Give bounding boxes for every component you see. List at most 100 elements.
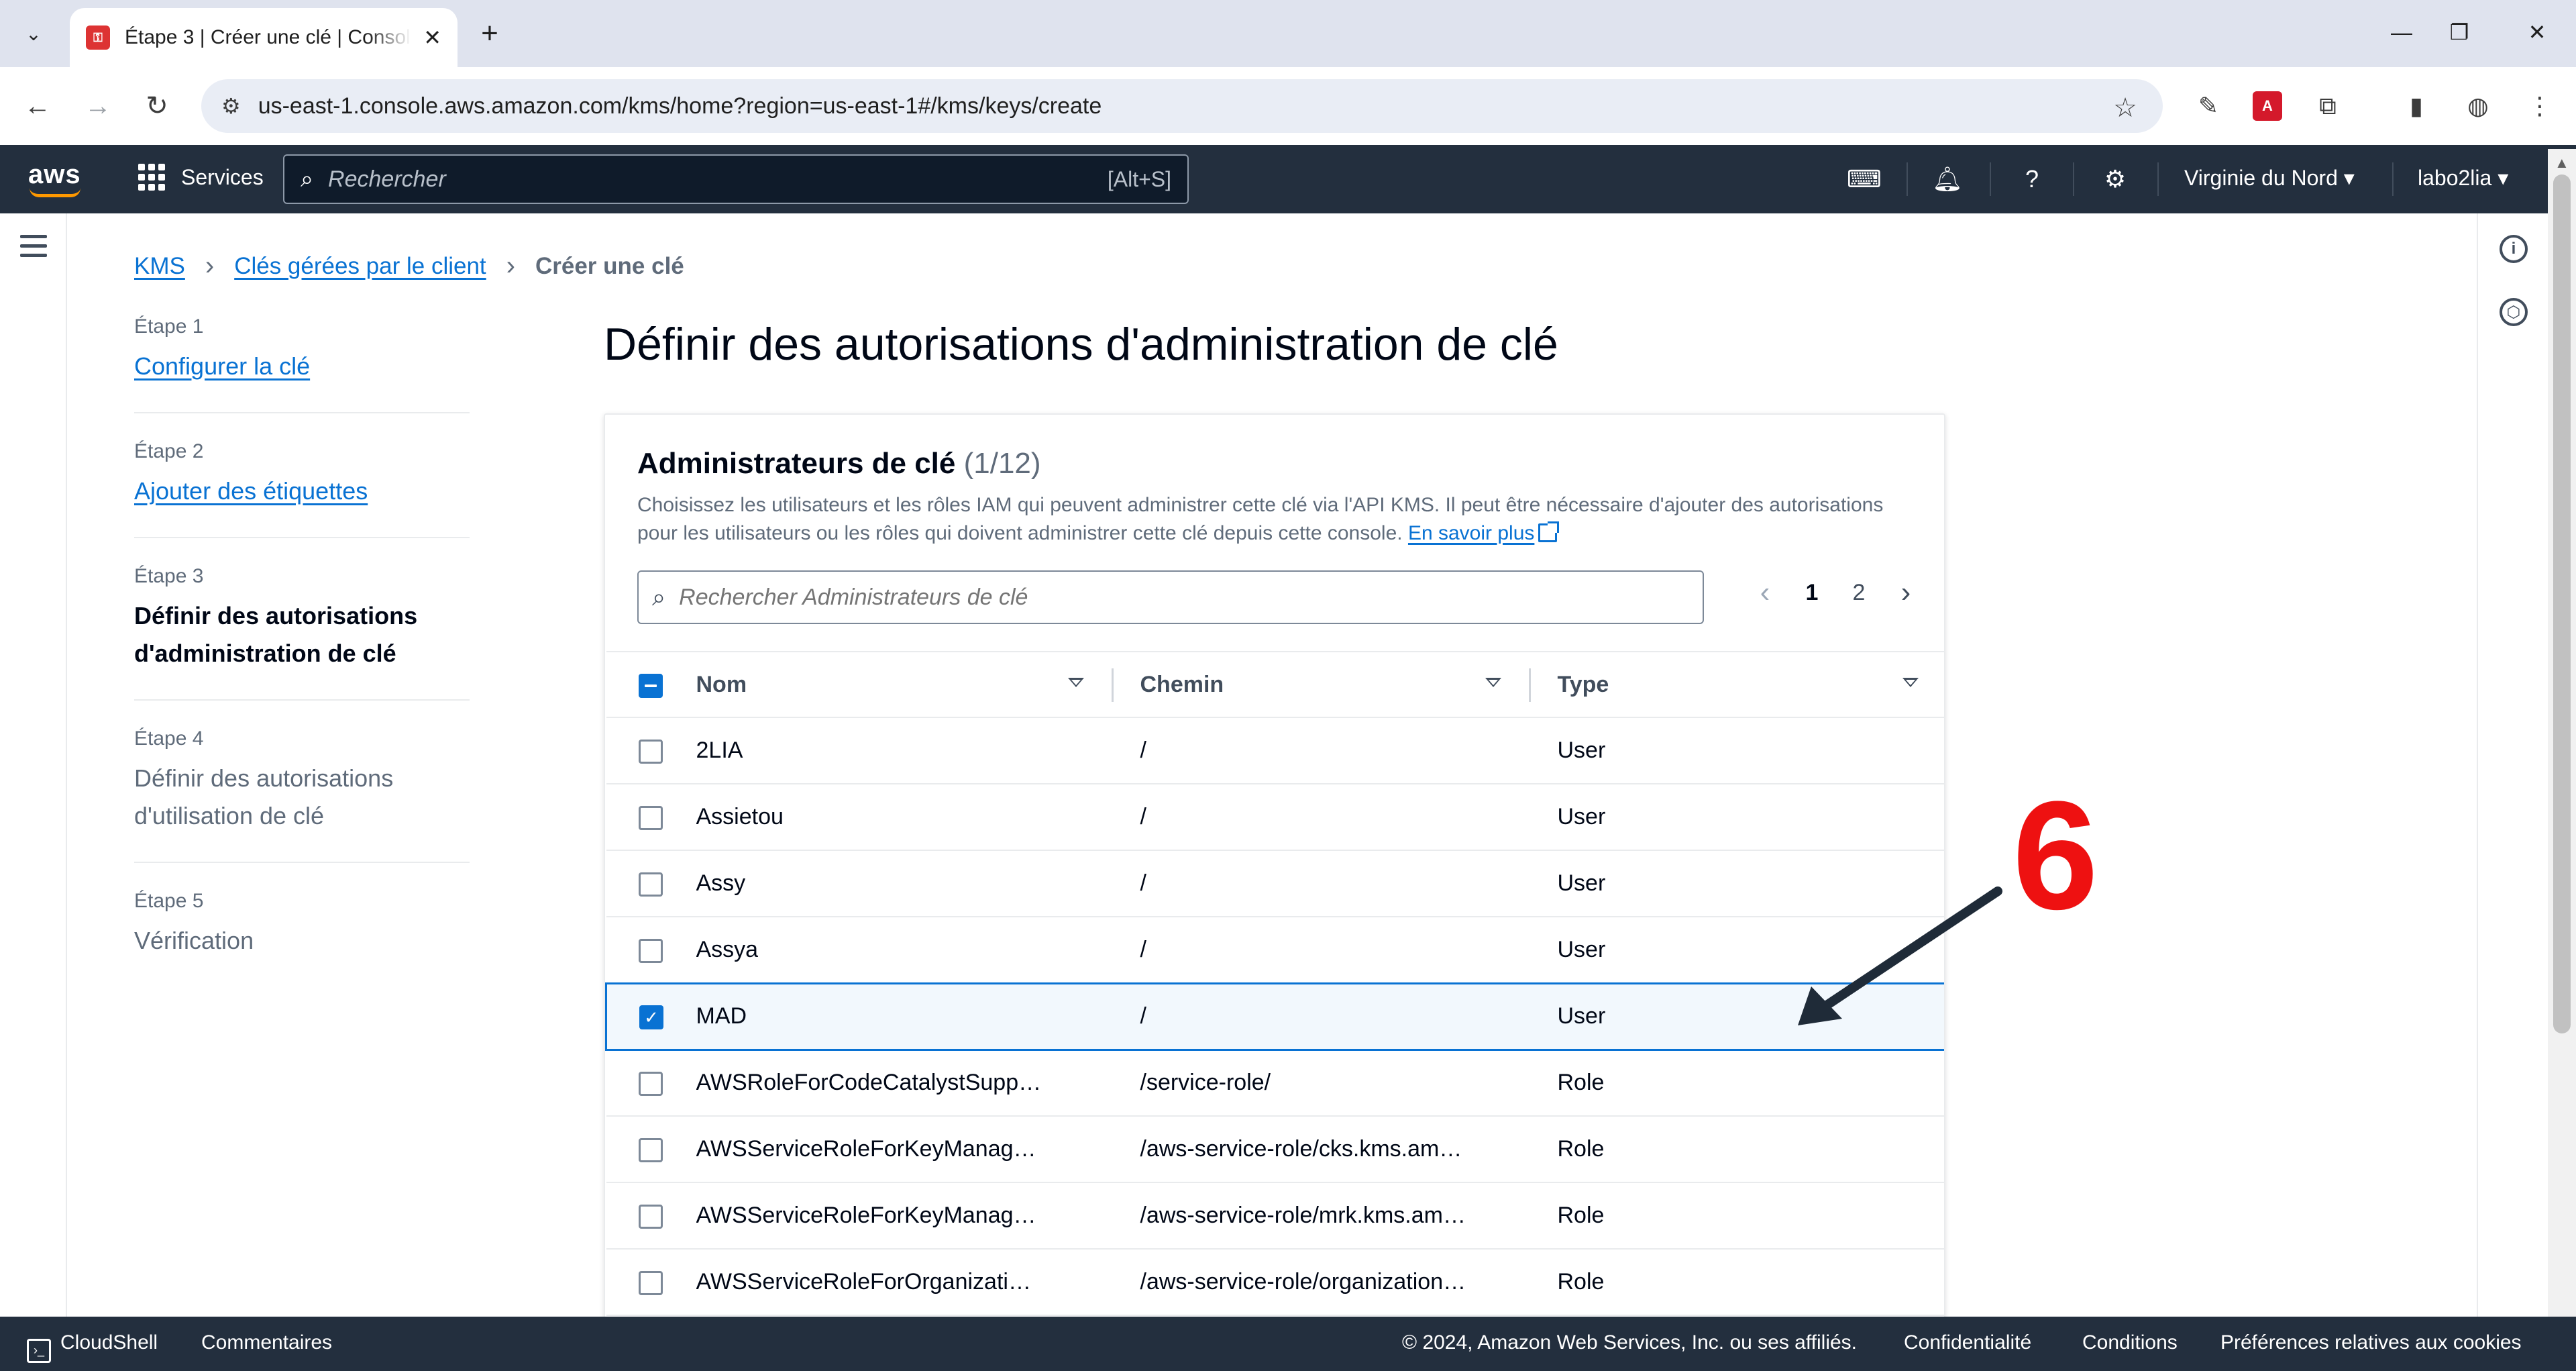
cloudshell-icon: ›_ — [27, 1339, 51, 1363]
row-checkbox[interactable] — [638, 1072, 663, 1097]
info-icon[interactable]: i — [2500, 235, 2528, 263]
breadcrumb-kms[interactable]: KMS — [134, 253, 185, 280]
column-header-type[interactable]: Type — [1530, 651, 1944, 718]
row-checkbox[interactable] — [638, 938, 663, 963]
extensions-puzzle-icon[interactable]: ⧉ — [2309, 87, 2347, 125]
table-row[interactable]: AWSServiceRoleForKeyManag…/aws-service-r… — [606, 1116, 1944, 1183]
page-scrollbar[interactable]: ▲ — [2548, 149, 2576, 1317]
cloudshell-icon[interactable]: ⌨ — [1847, 162, 1882, 196]
pdf-extension-icon[interactable]: A — [2253, 91, 2282, 121]
breadcrumb: KMS › Clés gérées par le client › Créer … — [134, 251, 684, 281]
sort-caret-icon[interactable] — [1902, 678, 1919, 687]
url-text[interactable]: us-east-1.console.aws.amazon.com/kms/hom… — [258, 93, 1102, 119]
page-1-button[interactable]: 1 — [1788, 580, 1835, 606]
row-checkbox-cell — [606, 784, 696, 851]
wizard-step-4: Étape 4 Définir des autorisations d'util… — [134, 727, 470, 863]
cell-name: AWSServiceRoleForKeyManag… — [696, 1182, 1114, 1250]
cell-path: / — [1113, 784, 1531, 851]
eyedropper-extension-icon[interactable]: ✎ — [2190, 87, 2227, 125]
privacy-link[interactable]: Confidentialité — [1904, 1331, 2031, 1354]
sort-caret-icon[interactable] — [1067, 678, 1084, 687]
settings-gear-icon[interactable]: ⚙ — [2098, 162, 2132, 196]
reload-icon[interactable]: ↻ — [137, 86, 177, 126]
row-checkbox[interactable] — [638, 1205, 663, 1229]
cell-name: MAD — [696, 982, 1114, 1051]
administrators-filter-input[interactable]: ⌕ — [637, 570, 1704, 624]
table-row[interactable]: ✓ MAD / User — [605, 982, 1944, 1051]
forward-arrow-icon[interactable]: → — [78, 86, 118, 126]
help-icon[interactable]: ? — [2015, 162, 2049, 196]
address-bar[interactable]: ⚙ us-east-1.console.aws.amazon.com/kms/h… — [201, 79, 2163, 133]
filter-text-field[interactable] — [679, 584, 1689, 611]
cookie-preferences-link[interactable]: Préférences relatives aux cookies — [2220, 1331, 2522, 1354]
administrators-table: Nom Chemin Type 2LIA / User Assietou / User As… — [605, 651, 1944, 1316]
browser-tabstrip: ⌄ ⚿ Étape 3 | Créer une clé | Console ✕ … — [0, 0, 2576, 67]
new-tab-plus-icon[interactable]: + — [472, 16, 507, 51]
row-checkbox[interactable] — [638, 1138, 663, 1162]
resources-hexagon-icon[interactable]: ⬡ — [2500, 298, 2528, 326]
row-checkbox[interactable] — [638, 740, 663, 764]
cell-name: AWSServiceRoleForKeyManag… — [696, 1116, 1114, 1183]
side-panel-icon[interactable]: ▮ — [2398, 87, 2435, 125]
account-menu[interactable]: labo2lia ▾ — [2418, 165, 2508, 191]
aws-search-input[interactable]: ⌕ Rechercher [Alt+S] — [283, 154, 1189, 204]
row-checkbox[interactable] — [638, 872, 663, 897]
close-window-icon[interactable]: ✕ — [2517, 15, 2557, 50]
back-arrow-icon[interactable]: ← — [17, 86, 58, 126]
page-2-button[interactable]: 2 — [1835, 580, 1882, 606]
tab-close-icon[interactable]: ✕ — [423, 25, 441, 50]
panel-description-text: Choisissez les utilisateurs et les rôles… — [637, 494, 1884, 544]
browser-menu-icon[interactable]: ⋮ — [2521, 87, 2559, 125]
row-checkbox[interactable] — [638, 1271, 663, 1295]
feedback-link[interactable]: Commentaires — [201, 1331, 332, 1354]
column-label: Nom — [696, 671, 747, 697]
table-header-row: Nom Chemin Type — [606, 651, 1944, 718]
right-tools-rail: i ⬡ — [2477, 213, 2548, 1317]
tab-search-chevron-icon[interactable]: ⌄ — [15, 15, 52, 52]
column-header-nom[interactable]: Nom — [696, 651, 1114, 718]
scroll-up-arrow-icon[interactable]: ▲ — [2555, 154, 2569, 172]
select-all-checkbox[interactable] — [638, 673, 663, 698]
aws-top-nav: aws Services ⌕ Rechercher [Alt+S] ⌨ 🔔︎ ?… — [0, 145, 2576, 213]
cloudshell-button[interactable]: ›_ CloudShell — [27, 1331, 158, 1363]
aws-logo[interactable]: aws — [28, 160, 81, 190]
step-number: Étape 5 — [134, 890, 204, 912]
step-link-configure-key[interactable]: Configurer la clé — [134, 352, 310, 380]
table-row[interactable]: Assy / User — [606, 850, 1944, 917]
region-selector[interactable]: Virginie du Nord ▾ — [2184, 165, 2355, 191]
table-row[interactable]: Assya / User — [606, 917, 1944, 984]
browser-tab-active[interactable]: ⚿ Étape 3 | Créer une clé | Console ✕ — [70, 8, 458, 67]
row-checkbox[interactable] — [638, 806, 663, 830]
scroll-thumb[interactable] — [2553, 174, 2571, 1033]
minimize-icon[interactable]: — — [2381, 15, 2422, 50]
next-page-icon[interactable]: › — [1882, 576, 1929, 609]
notifications-bell-icon[interactable]: 🔔︎ — [1931, 162, 1964, 196]
step-link-add-tags[interactable]: Ajouter des étiquettes — [134, 477, 368, 505]
table-row[interactable]: AWSRoleForCodeCatalystSupp…/service-role… — [606, 1050, 1944, 1117]
side-nav-menu-icon[interactable] — [20, 235, 47, 263]
profile-avatar-icon[interactable]: ◍ — [2459, 87, 2497, 125]
table-row[interactable]: AWSServiceRoleForKeyManag…/aws-service-r… — [606, 1182, 1944, 1250]
previous-page-icon[interactable]: ‹ — [1741, 576, 1788, 609]
learn-more-link[interactable]: En savoir plus — [1408, 521, 1560, 544]
sort-caret-icon[interactable] — [1485, 678, 1501, 687]
step-current-admin-permissions: Définir des autorisations d'administrati… — [134, 602, 418, 667]
restore-icon[interactable]: ❐ — [2439, 15, 2479, 50]
step-number: Étape 3 — [134, 565, 204, 587]
row-checkbox-cell — [606, 717, 696, 784]
table-row[interactable]: Assietou / User — [606, 784, 1944, 851]
copyright-text: © 2024, Amazon Web Services, Inc. ou ses… — [1402, 1331, 1858, 1354]
table-row[interactable]: 2LIA / User — [606, 717, 1944, 784]
column-header-chemin[interactable]: Chemin — [1113, 651, 1531, 718]
site-info-icon[interactable]: ⚙ — [221, 93, 241, 119]
row-checkbox[interactable]: ✓ — [639, 1005, 663, 1029]
wizard-step-1: Étape 1 Configurer la clé — [134, 315, 470, 413]
selection-count: (1/12) — [963, 447, 1041, 480]
services-menu-button[interactable]: Services — [138, 164, 264, 191]
terms-link[interactable]: Conditions — [2082, 1331, 2178, 1354]
table-row[interactable]: AWSServiceRoleForOrganizati…/aws-service… — [606, 1249, 1944, 1316]
cell-name: Assietou — [696, 784, 1114, 851]
cell-type: User — [1530, 784, 1944, 851]
breadcrumb-customer-keys[interactable]: Clés gérées par le client — [234, 253, 486, 280]
bookmark-star-icon[interactable]: ☆ — [2113, 93, 2137, 123]
